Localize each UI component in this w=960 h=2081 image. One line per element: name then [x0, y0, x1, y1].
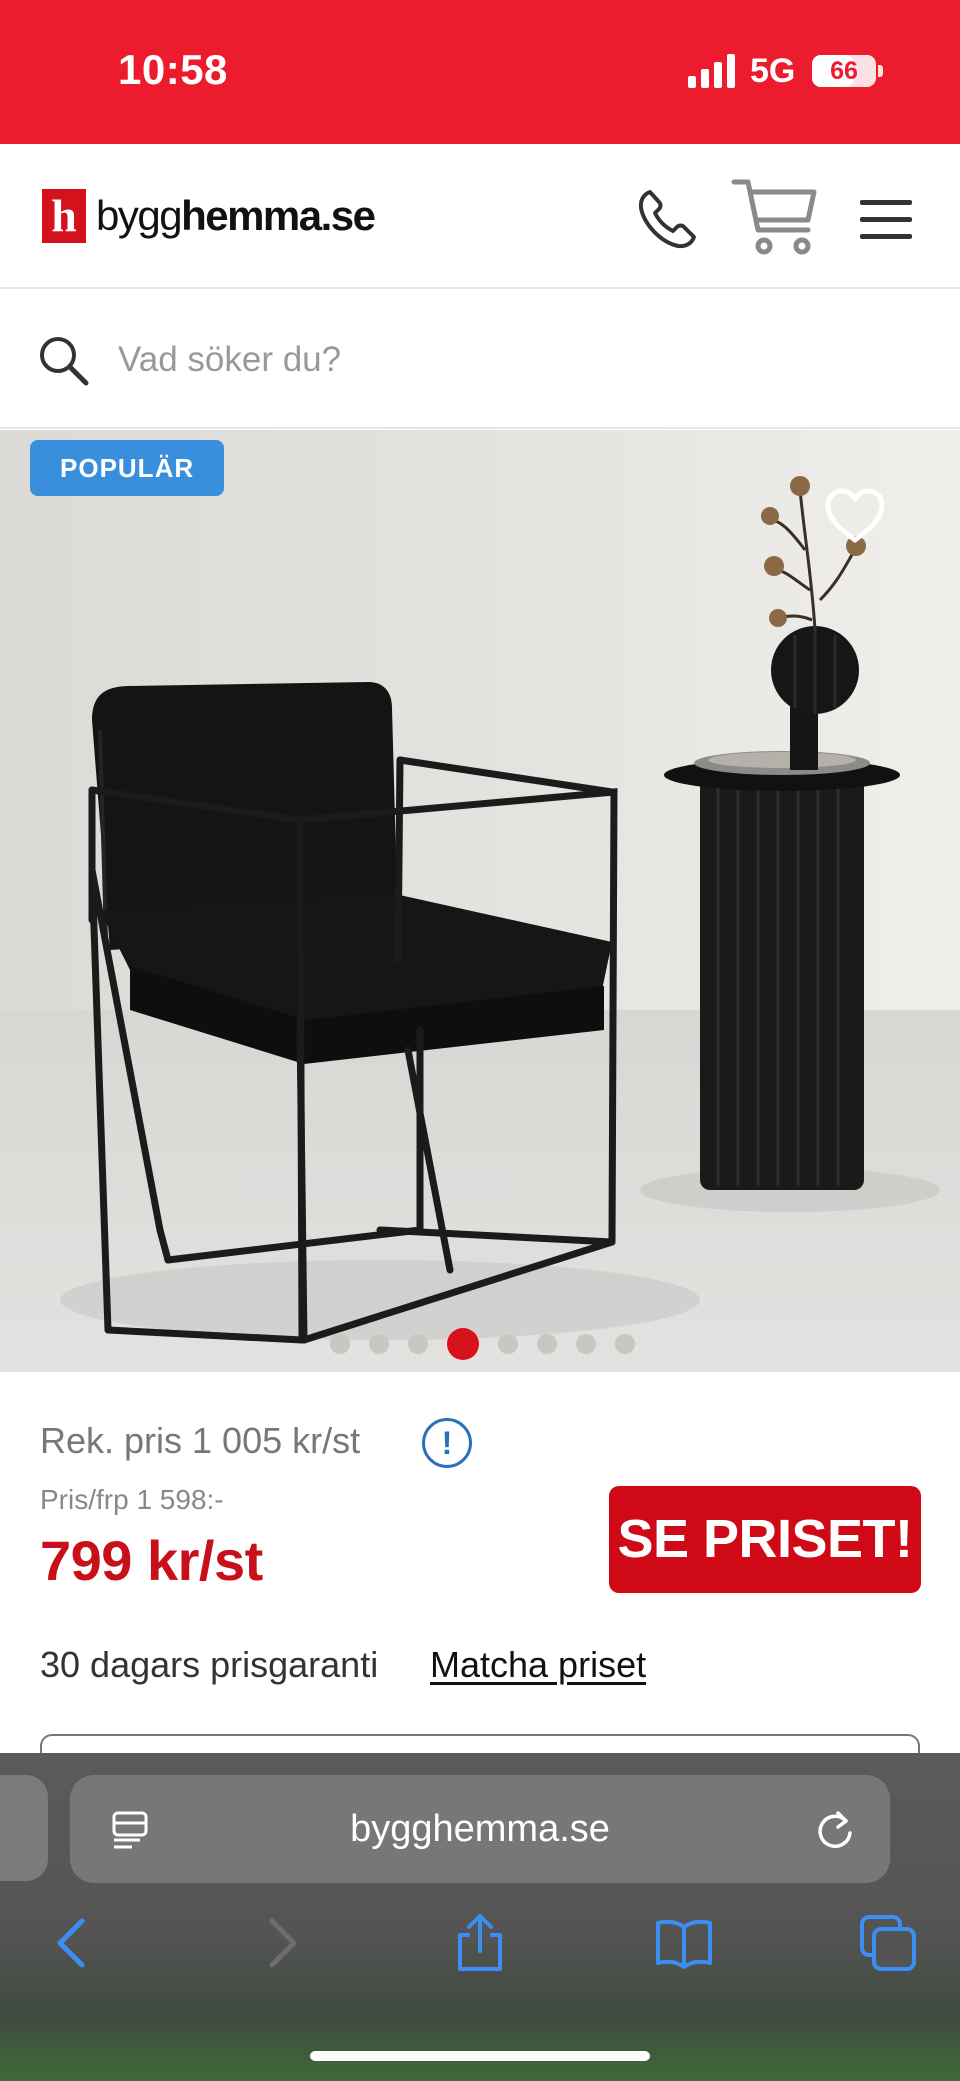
- status-time: 10:58: [118, 46, 228, 93]
- match-price-link[interactable]: Matcha priset: [430, 1644, 646, 1686]
- battery-nub: [878, 65, 883, 77]
- carousel-dot[interactable]: [615, 1334, 635, 1354]
- battery-percent: 66: [830, 57, 858, 85]
- hamburger-menu-icon[interactable]: [856, 184, 916, 254]
- see-price-button[interactable]: SE PRISET!: [609, 1486, 921, 1593]
- carousel-dot-active[interactable]: [447, 1328, 479, 1360]
- logo-mark: h: [42, 189, 86, 243]
- old-price: Pris/frp 1 598:-: [40, 1484, 224, 1515]
- carousel-dot[interactable]: [369, 1334, 389, 1354]
- cart-icon[interactable]: [730, 174, 820, 260]
- logo-wordmark: bygghemma.se: [96, 192, 376, 239]
- url-text: bygghemma.se: [350, 1808, 610, 1850]
- back-icon[interactable]: [44, 1913, 104, 1973]
- phone-icon[interactable]: [632, 184, 702, 254]
- carousel-dot[interactable]: [408, 1334, 428, 1354]
- popular-badge: POPULÄR: [30, 440, 225, 496]
- carousel-dot[interactable]: [537, 1334, 557, 1354]
- forward-icon[interactable]: [250, 1913, 310, 1973]
- carousel-dot[interactable]: [576, 1334, 596, 1354]
- product-photo: [0, 430, 960, 1372]
- home-indicator: [310, 2051, 650, 2061]
- status-bar: 10:58 5G 66: [0, 0, 960, 144]
- heart-icon[interactable]: [822, 486, 888, 546]
- search-input[interactable]: [118, 325, 898, 395]
- info-icon[interactable]: !: [422, 1418, 472, 1468]
- battery-icon: 66: [812, 55, 876, 87]
- recommended-price: Rek. pris 1 005 kr/st: [40, 1420, 361, 1461]
- network-type: 5G: [750, 52, 796, 90]
- carousel-dot[interactable]: [330, 1334, 350, 1354]
- search-bar: [0, 291, 960, 429]
- bookmarks-icon[interactable]: [654, 1913, 714, 1973]
- browser-toolbar: bygghemma.se: [0, 1753, 960, 2081]
- carousel-dots: [330, 1328, 654, 1360]
- site-logo[interactable]: h bygghemma.se: [42, 188, 376, 244]
- tabs-icon[interactable]: [858, 1913, 918, 1973]
- search-icon: [40, 337, 89, 386]
- price-guarantee-text: 30 dagars prisgaranti: [40, 1644, 379, 1685]
- share-icon[interactable]: [450, 1913, 510, 1973]
- product-price: 799 kr/st: [40, 1529, 263, 1592]
- site-header: h bygghemma.se: [0, 144, 960, 289]
- product-image-carousel[interactable]: POPULÄR: [0, 430, 960, 1372]
- address-bar[interactable]: bygghemma.se: [70, 1775, 890, 1883]
- reload-icon[interactable]: [814, 1809, 856, 1851]
- carousel-dot[interactable]: [498, 1334, 518, 1354]
- previous-tab-preview[interactable]: [0, 1775, 48, 1881]
- signal-icon: [688, 54, 735, 88]
